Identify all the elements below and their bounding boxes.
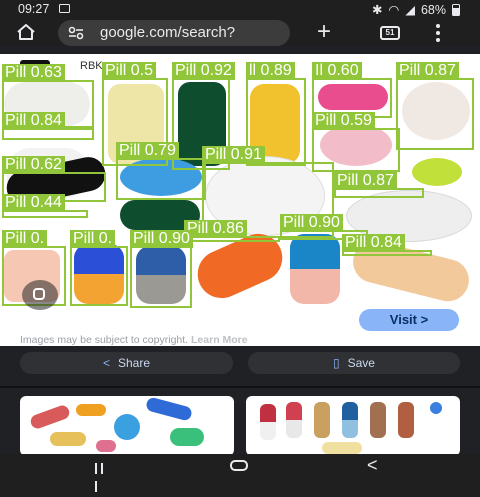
bluetooth-icon: ✱	[371, 3, 383, 17]
battery-percent: 68%	[420, 2, 446, 17]
detection-label: Pill 0.86	[184, 220, 247, 238]
detection-label: Pill 0.90	[130, 230, 193, 248]
share-button[interactable]: < Share	[20, 352, 233, 374]
detection-label: Pill 0.91	[202, 146, 265, 164]
detection-label: Pill 0.92	[172, 62, 235, 80]
detection-box: Pill 0.90	[130, 230, 193, 308]
detection-box: Pill 0.86	[184, 220, 280, 242]
detection-label: Pill 0.84	[2, 112, 65, 130]
status-icons: ✱ ◠ ◢ 68%	[372, 2, 460, 17]
related-image[interactable]	[246, 396, 460, 454]
copyright-note: Images may be subject to copyright. Lear…	[20, 334, 248, 346]
system-nav-bar: <	[0, 454, 480, 492]
detection-label: ll 0.89	[246, 62, 295, 80]
detection-label: Pill 0.79	[116, 142, 179, 160]
copyright-text: Images may be subject to copyright.	[20, 334, 189, 346]
divider	[0, 386, 480, 388]
detection-box: Pill 0.84	[2, 112, 94, 140]
detection-label: Pill 0.5	[102, 62, 157, 80]
detection-label: Pill 0.90	[280, 214, 343, 232]
detection-box: Pill 0.87	[334, 172, 424, 198]
share-label: Share	[117, 356, 151, 370]
pill-image	[290, 234, 340, 304]
detection-label: Pill 0.	[70, 230, 116, 248]
save-label: Save	[347, 356, 375, 370]
status-time: 09:27	[18, 2, 50, 16]
signal-icon: ◢	[405, 3, 415, 17]
home-nav-icon[interactable]	[230, 460, 248, 471]
detection-label: Pill 0.62	[2, 156, 65, 174]
detection-box: Pill 0.84	[342, 234, 432, 256]
more-menu-icon[interactable]	[436, 24, 440, 42]
tab-switcher-button[interactable]: 51	[380, 26, 400, 40]
bookmark-icon: ▯	[333, 356, 340, 370]
share-icon: <	[102, 356, 110, 370]
new-tab-icon[interactable]: +	[317, 20, 331, 44]
image-viewer-page: RBK Pill 0.63 Pill 0.5 Pill 0.92 ll 0.89…	[0, 46, 480, 454]
pill-image	[412, 158, 462, 186]
detection-label: Pill 0.63	[2, 64, 65, 82]
result-image[interactable]: RBK Pill 0.63 Pill 0.5 Pill 0.92 ll 0.89…	[0, 54, 480, 346]
detection-label: Pill 0.	[2, 230, 48, 248]
detection-box: Pill 0.79	[116, 142, 206, 200]
related-image[interactable]	[20, 396, 234, 454]
address-bar[interactable]: google.com/search?	[58, 20, 290, 46]
url-text: google.com/search?	[100, 24, 236, 41]
detection-box: Pill 0.44	[2, 194, 88, 218]
site-name: RBK	[80, 60, 103, 72]
detection-label: Pill 0.87	[334, 172, 397, 190]
learn-more-link[interactable]: Learn More	[191, 334, 248, 346]
detection-label: Pill 0.59	[312, 112, 375, 130]
lens-search-button[interactable]	[22, 280, 58, 310]
visit-button[interactable]: Visit >	[359, 309, 459, 331]
detection-label: Pill 0.87	[396, 62, 459, 80]
detection-label: Pill 0.44	[2, 194, 65, 212]
detection-box: Pill 0.	[70, 230, 128, 306]
detection-label: Pill 0.84	[342, 234, 405, 252]
status-bar: 09:27 ✱ ◠ ◢ 68%	[0, 0, 480, 18]
home-icon[interactable]	[16, 23, 36, 41]
recents-icon[interactable]	[95, 461, 111, 492]
browser-toolbar: google.com/search? + 51	[0, 18, 480, 46]
save-button[interactable]: ▯ Save	[248, 352, 460, 374]
detection-box: Pill 0.87	[396, 62, 474, 150]
battery-icon	[452, 3, 460, 16]
site-info-icon[interactable]	[68, 26, 84, 40]
gallery-notification-icon	[59, 4, 70, 13]
detection-label: Il 0.60	[312, 62, 362, 80]
wifi-icon: ◠	[388, 3, 400, 17]
back-icon[interactable]: <	[367, 455, 378, 476]
